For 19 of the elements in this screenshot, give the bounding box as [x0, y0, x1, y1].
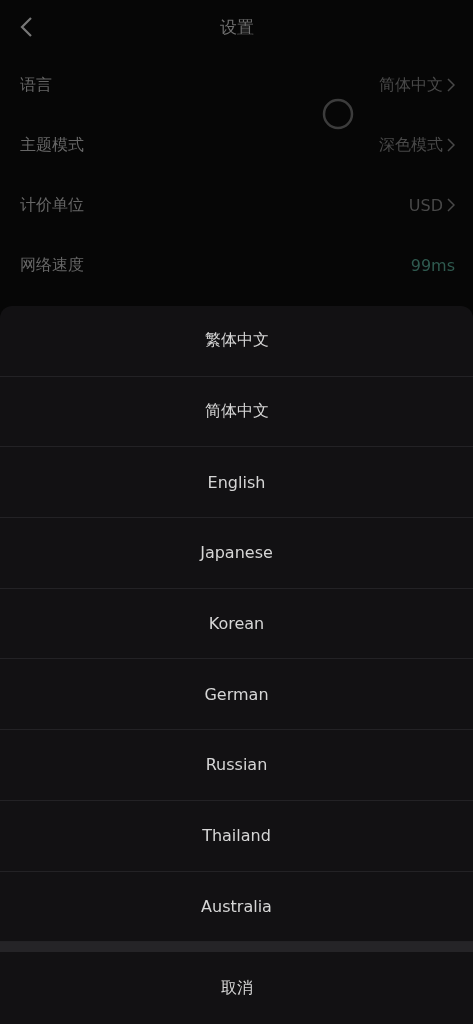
language-option[interactable]: Korean — [0, 588, 473, 660]
page-title: 设置 — [219, 16, 254, 39]
setting-label: 网络速度 — [20, 254, 84, 276]
language-option[interactable]: English — [0, 447, 473, 519]
setting-label: 主题模式 — [20, 134, 84, 156]
setting-label: 语言 — [20, 74, 52, 96]
loading-icon — [322, 98, 354, 130]
chevron-icon — [447, 78, 455, 92]
setting-label: 计价单位 — [20, 194, 84, 216]
language-option[interactable]: 简体中文 — [0, 376, 473, 448]
setting-value: 99ms — [410, 255, 455, 275]
chevron-icon — [447, 198, 455, 212]
language-option[interactable]: Thailand — [0, 800, 473, 872]
cancel-button[interactable]: 取消 — [0, 952, 473, 1024]
language-option[interactable]: German — [0, 659, 473, 731]
language-option[interactable]: 繁体中文 — [0, 306, 473, 377]
chevron-icon — [447, 138, 455, 152]
language-option[interactable]: Japanese — [0, 518, 473, 589]
language-option[interactable]: Russian — [0, 730, 473, 801]
